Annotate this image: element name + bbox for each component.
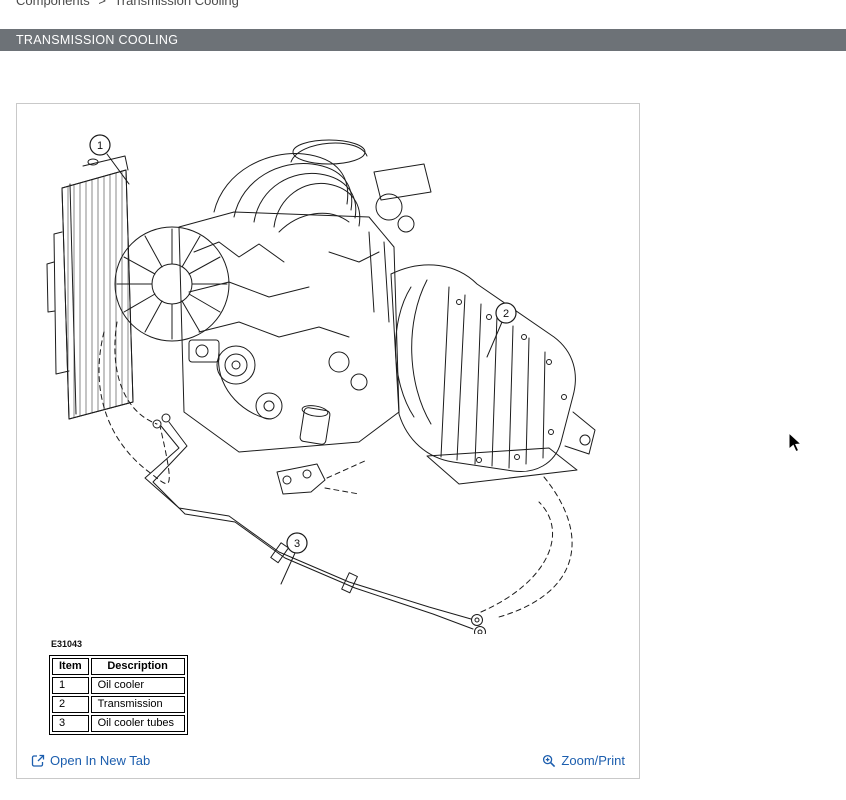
breadcrumb-item-components[interactable]: Components bbox=[16, 0, 90, 8]
callout-2-number: 2 bbox=[503, 308, 509, 320]
section-title: TRANSMISSION COOLING bbox=[16, 33, 178, 47]
zoom-icon bbox=[542, 754, 556, 768]
figure: 1 2 3 E31043 Item Description 1 bbox=[29, 112, 627, 735]
mouse-cursor bbox=[788, 432, 804, 454]
callout-3: 3 bbox=[287, 533, 307, 553]
table-cell-description: Transmission bbox=[91, 696, 185, 713]
table-row: 3 Oil cooler tubes bbox=[52, 715, 185, 732]
table-row: 2 Transmission bbox=[52, 696, 185, 713]
table-cell-item: 1 bbox=[52, 677, 89, 694]
callout-1-number: 1 bbox=[97, 140, 103, 152]
figure-code: E31043 bbox=[51, 639, 627, 649]
engine-diagram: 1 2 3 bbox=[29, 112, 631, 634]
table-cell-description: Oil cooler bbox=[91, 677, 185, 694]
table-header-row: Item Description bbox=[52, 658, 185, 675]
zoom-print-label: Zoom/Print bbox=[561, 753, 625, 768]
breadcrumb-item-current: Transmission Cooling bbox=[114, 0, 239, 8]
callout-2: 2 bbox=[496, 303, 516, 323]
breadcrumb-separator: > bbox=[98, 0, 106, 8]
table-cell-item: 2 bbox=[52, 696, 89, 713]
table-row: 1 Oil cooler bbox=[52, 677, 185, 694]
open-in-new-icon bbox=[31, 754, 45, 768]
callout-1: 1 bbox=[90, 135, 110, 155]
table-cell-description: Oil cooler tubes bbox=[91, 715, 185, 732]
open-in-new-tab-label: Open In New Tab bbox=[50, 753, 150, 768]
open-in-new-tab-link[interactable]: Open In New Tab bbox=[31, 753, 150, 768]
breadcrumb: Components > Transmission Cooling bbox=[16, 0, 239, 8]
diagram-card: 1 2 3 E31043 Item Description 1 bbox=[16, 103, 640, 779]
table-header-description: Description bbox=[91, 658, 185, 675]
callout-3-number: 3 bbox=[294, 538, 300, 550]
card-footer: Open In New Tab Zoom/Print bbox=[29, 749, 627, 770]
section-header-bar: TRANSMISSION COOLING bbox=[0, 29, 846, 51]
parts-table: Item Description 1 Oil cooler 2 Transmis… bbox=[49, 655, 188, 735]
table-header-item: Item bbox=[52, 658, 89, 675]
zoom-print-link[interactable]: Zoom/Print bbox=[542, 753, 625, 768]
table-cell-item: 3 bbox=[52, 715, 89, 732]
